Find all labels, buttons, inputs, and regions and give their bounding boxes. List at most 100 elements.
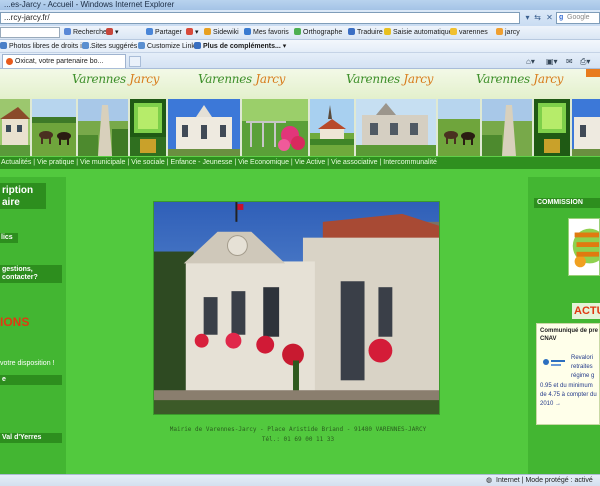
favorite-item-addons[interactable]: Plus de compléments... ▾ xyxy=(194,40,286,53)
toolbar-favorites-button[interactable]: Mes favoris xyxy=(244,26,289,40)
status-bar: ◍ Internet | Mode protégé : activé xyxy=(0,474,600,486)
search-input[interactable]: g Google xyxy=(556,12,600,24)
disposal-text: votre disposition ! xyxy=(0,360,55,367)
globe-icon: ◍ xyxy=(486,477,493,484)
banner-photo xyxy=(310,99,354,156)
new-tab-button[interactable] xyxy=(129,56,141,67)
content-area: ription aire lics gestions, contacter? I… xyxy=(0,169,600,474)
banner-photo xyxy=(78,99,128,156)
banner-photo xyxy=(0,99,30,156)
page-icon xyxy=(82,42,89,49)
page-icon xyxy=(138,42,145,49)
center-column: Mairie de Varennes-Jarcy - Place Aristid… xyxy=(72,177,524,474)
refresh-icon[interactable]: ⇆ xyxy=(532,13,543,23)
extra-icon xyxy=(186,28,193,35)
main-navigation: Actualités | Vie pratique | Vie municipa… xyxy=(0,156,600,169)
toolbar-term-varennes[interactable]: varennes xyxy=(450,26,488,40)
news-line: 2010 → xyxy=(540,401,562,407)
town-hall-photo xyxy=(153,201,440,415)
sidewiki-icon xyxy=(204,28,211,35)
google-icon: g xyxy=(559,14,564,21)
contact-line1: gestions, xyxy=(2,266,33,273)
tab-current[interactable]: Oxicat, votre partenaire bo... xyxy=(2,54,126,68)
news-line: retraites xyxy=(571,364,593,370)
security-status: Internet | Mode protégé : activé xyxy=(496,477,593,484)
inscription-line1: ription xyxy=(2,185,34,196)
logo-band: Varennes Jarcy Varennes Jarcy Varennes J… xyxy=(0,69,600,99)
web-page: Varennes Jarcy Varennes Jarcy Varennes J… xyxy=(0,69,600,474)
toolbar-autofill-button[interactable]: Saisie automatique xyxy=(384,26,453,40)
caption-phone: Tél.: 01 69 00 11 33 xyxy=(261,436,335,443)
site-logo[interactable]: Varennes Jarcy xyxy=(476,72,563,86)
stop-icon[interactable]: ✕ xyxy=(544,13,555,23)
favorite-item-photos[interactable]: Photos libres de droits im... xyxy=(0,40,93,53)
sidebar-box[interactable]: e xyxy=(0,375,62,385)
news-title-line2: CNAV xyxy=(540,336,557,342)
nav-menu-links[interactable]: Actualités | Vie pratique | Vie municipa… xyxy=(0,157,437,169)
favorite-item-customize[interactable]: Customize Links xyxy=(138,40,198,53)
brand-label[interactable]: IONS xyxy=(0,315,29,329)
home-icon[interactable]: ⌂▾ xyxy=(526,57,535,66)
actualites-header[interactable]: ACTU xyxy=(572,303,600,319)
banner-photo xyxy=(534,99,570,156)
contact-line2: contacter? xyxy=(2,274,38,281)
banner-photo xyxy=(242,99,308,156)
site-logo[interactable]: Varennes Jarcy xyxy=(198,72,285,86)
address-bar: ...rcy-jarcy.fr/ ▾ ⇆ ✕ g Google xyxy=(0,10,600,26)
commission-header[interactable]: COMMISSION xyxy=(534,198,600,208)
left-sidebar: ription aire lics gestions, contacter? I… xyxy=(0,177,66,474)
tools-icon xyxy=(106,28,113,35)
news-line: de 4.75 à compter du xyxy=(540,392,597,398)
right-sidebar: COMMISSION ACTU Communiqué de pre CNAV xyxy=(528,177,600,474)
search-placeholder: Google xyxy=(567,14,590,21)
banner-photo xyxy=(130,99,166,156)
star-icon xyxy=(244,28,251,35)
tab-row: Oxicat, votre partenaire bo... ⌂▾ ▣▾ ✉ ⎙… xyxy=(0,53,600,69)
caption-address: Mairie de Varennes-Jarcy - Place Aristid… xyxy=(169,426,427,433)
site-logo[interactable]: Varennes Jarcy xyxy=(72,72,159,86)
toolbar-extra-button[interactable]: ▾ xyxy=(186,26,199,40)
print-icon[interactable]: ⎙▾ xyxy=(580,57,590,66)
highlight-icon xyxy=(496,28,503,35)
photo-banner xyxy=(0,99,600,156)
feeds-icon[interactable]: ▣▾ xyxy=(546,57,558,66)
toolbar-spelling-button[interactable]: Orthographe xyxy=(294,26,342,40)
share-icon xyxy=(146,28,153,35)
google-toolbar: Rechercher ▾ Partager ▾ Sidewiki Mes fav… xyxy=(0,26,600,40)
toolbar-search-button[interactable]: Rechercher xyxy=(64,26,109,40)
news-title: Communiqué de pre CNAV xyxy=(540,327,598,343)
spell-icon xyxy=(294,28,301,35)
favorite-item-suggested[interactable]: Sites suggérés ▾ xyxy=(82,40,143,53)
toolbar-tools-button[interactable]: ▾ xyxy=(106,26,119,40)
news-line: Revalori xyxy=(571,355,594,361)
contact-box[interactable]: gestions, contacter? xyxy=(0,265,62,283)
banner-photo xyxy=(572,99,600,156)
toolbar-term-jarcy[interactable]: jarcy xyxy=(496,26,520,40)
toolbar-translate-button[interactable]: Traduire xyxy=(348,26,383,40)
page-icon xyxy=(194,42,201,49)
toolbar-share-button[interactable]: Partager xyxy=(146,26,182,40)
assurance-retraite-logo xyxy=(541,356,567,372)
banner-photo xyxy=(32,99,76,156)
photo-caption: Mairie de Varennes-Jarcy - Place Aristid… xyxy=(72,425,524,445)
toolbar-search-field[interactable] xyxy=(0,27,60,38)
quartiers-logo[interactable] xyxy=(568,218,600,276)
news-item[interactable]: Communiqué de pre CNAV Revalori retraite… xyxy=(536,323,600,425)
banner-photo xyxy=(482,99,532,156)
inscription-box[interactable]: ription aire xyxy=(0,183,46,209)
search-icon xyxy=(64,28,71,35)
highlight-icon xyxy=(450,28,457,35)
translate-icon xyxy=(348,28,355,35)
page-icon xyxy=(0,42,7,49)
banner-photo xyxy=(356,99,436,156)
banner-photo xyxy=(168,99,240,156)
toolbar-sidewiki-button[interactable]: Sidewiki xyxy=(204,26,239,40)
mail-icon[interactable]: ✉ xyxy=(566,57,573,66)
url-input[interactable]: ...rcy-jarcy.fr/ xyxy=(0,12,520,24)
publics-tag[interactable]: lics xyxy=(0,233,18,243)
news-title-line1: Communiqué de pre xyxy=(540,328,599,334)
news-line: régime g xyxy=(571,373,595,379)
site-logo[interactable]: Varennes Jarcy xyxy=(346,72,433,86)
val-yerres-box[interactable]: Val d'Yerres xyxy=(0,433,62,443)
autofill-icon xyxy=(384,28,391,35)
